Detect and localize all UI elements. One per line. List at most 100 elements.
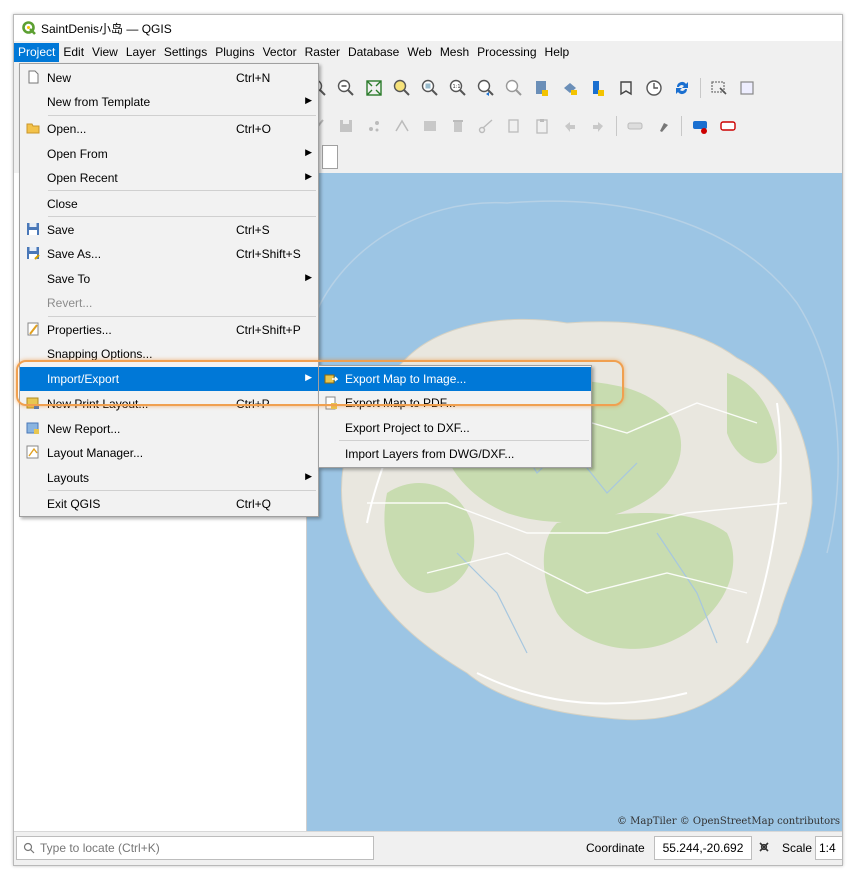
filter-input[interactable] [322, 145, 338, 169]
menu-web[interactable]: Web [403, 43, 435, 62]
toolbar-separator [700, 78, 701, 98]
menu-mesh[interactable]: Mesh [436, 43, 473, 62]
select-features-icon[interactable] [709, 78, 729, 98]
new-spatial-bookmark-icon[interactable] [532, 78, 552, 98]
menu-separator [48, 490, 316, 491]
menu-bar: Project Edit View Layer Settings Plugins… [14, 42, 842, 63]
menu-item-layouts[interactable]: Layouts ▶ [20, 466, 318, 490]
deselect-icon[interactable] [737, 78, 757, 98]
menu-item-label: Save As... [47, 247, 102, 261]
menu-project[interactable]: Project [14, 43, 60, 62]
menu-view[interactable]: View [88, 43, 122, 62]
menu-item-open-from[interactable]: Open From ▶ [20, 142, 318, 166]
menu-layer[interactable]: Layer [122, 43, 160, 62]
label-tool-icon[interactable] [625, 116, 645, 136]
layer-labeling-icon[interactable] [690, 116, 710, 136]
scale-field[interactable]: 1:4 [815, 836, 842, 860]
menu-item-close[interactable]: Close [20, 192, 318, 216]
menu-settings[interactable]: Settings [160, 43, 211, 62]
import-export-submenu: Export Map to Image... Export Map to PDF… [318, 365, 592, 468]
zoom-native-icon[interactable]: 1:1 [448, 78, 468, 98]
menu-processing[interactable]: Processing [473, 43, 540, 62]
submenu-item-export-dxf[interactable]: Export Project to DXF... [319, 416, 591, 440]
menu-item-save[interactable]: Save Ctrl+S [20, 218, 318, 242]
menu-edit[interactable]: Edit [59, 43, 88, 62]
menu-help[interactable]: Help [541, 43, 574, 62]
locator-bar[interactable]: Type to locate (Ctrl+K) [16, 836, 374, 860]
new-file-icon [28, 70, 39, 84]
zoom-next-icon[interactable] [504, 78, 524, 98]
submenu-arrow-icon: ▶ [305, 95, 312, 105]
island-map [311, 200, 839, 721]
menu-item-layout-manager[interactable]: Layout Manager... [20, 441, 318, 465]
locator-placeholder: Type to locate (Ctrl+K) [40, 841, 160, 855]
clock-icon[interactable] [644, 78, 664, 98]
menu-item-label: New Print Layout... [47, 397, 149, 411]
add-point-icon[interactable] [364, 116, 384, 136]
copy-features-icon[interactable] [504, 116, 524, 136]
delete-selected-icon[interactable] [448, 116, 468, 136]
submenu-item-export-pdf[interactable]: Export Map to PDF... [319, 391, 591, 415]
submenu-item-label: Export Map to PDF... [345, 396, 456, 410]
paste-features-icon[interactable] [532, 116, 552, 136]
cut-features-icon[interactable] [476, 116, 496, 136]
highlight-labels-icon[interactable] [718, 116, 738, 136]
pin-labels-icon[interactable] [653, 116, 673, 136]
submenu-item-export-image[interactable]: Export Map to Image... [319, 367, 591, 391]
menu-database[interactable]: Database [344, 43, 403, 62]
menu-item-save-as[interactable]: Save As... Ctrl+Shift+S [20, 242, 318, 266]
menu-item-label: Exit QGIS [47, 497, 101, 511]
scale-label: Scale [782, 841, 813, 855]
zoom-to-selection-icon[interactable] [392, 78, 412, 98]
menu-raster[interactable]: Raster [301, 43, 344, 62]
menu-plugins[interactable]: Plugins [211, 43, 258, 62]
zoom-full-icon[interactable] [364, 78, 384, 98]
save-edits-icon[interactable] [336, 116, 356, 136]
redo-icon[interactable] [588, 116, 608, 136]
zoom-last-icon[interactable] [476, 78, 496, 98]
new-report-icon [26, 422, 39, 434]
vertex-tool-icon[interactable] [392, 116, 412, 136]
submenu-item-import-dwg[interactable]: Import Layers from DWG/DXF... [319, 442, 591, 466]
submenu-item-label: Export Map to Image... [345, 372, 467, 386]
undo-icon[interactable] [560, 116, 580, 136]
menu-item-label: Open Recent [47, 171, 118, 185]
menu-item-label: Close [47, 197, 78, 211]
menu-item-exit[interactable]: Exit QGIS Ctrl+Q [20, 492, 318, 516]
menu-item-properties[interactable]: Properties... Ctrl+Shift+P [20, 318, 318, 342]
menu-item-new[interactable]: New Ctrl+N [20, 66, 318, 90]
menu-item-open[interactable]: Open... Ctrl+O [20, 117, 318, 141]
temporal-controller-icon[interactable] [588, 78, 608, 98]
map-tips-icon[interactable] [616, 78, 636, 98]
menu-item-import-export[interactable]: Import/Export ▶ [20, 367, 318, 391]
menu-item-label: New Report... [47, 422, 121, 436]
coordinate-field[interactable]: 55.244,-20.692 [654, 836, 752, 860]
menu-item-new-print-layout[interactable]: New Print Layout... Ctrl+P [20, 392, 318, 416]
menu-item-new-from-template[interactable]: New from Template ▶ [20, 90, 318, 114]
menu-item-label: New [47, 71, 72, 85]
modify-attributes-icon[interactable] [420, 116, 440, 136]
refresh-icon[interactable] [672, 78, 692, 98]
menu-item-label: Open... [47, 122, 87, 136]
coordinate-label: Coordinate [586, 841, 645, 855]
zoom-to-layer-icon[interactable] [420, 78, 440, 98]
menu-item-new-report[interactable]: New Report... [20, 417, 318, 441]
menu-item-open-recent[interactable]: Open Recent ▶ [20, 166, 318, 190]
menu-item-shortcut: Ctrl+Shift+P [236, 323, 301, 337]
qgis-logo-icon [22, 21, 36, 35]
export-image-icon [324, 374, 338, 384]
menu-item-shortcut: Ctrl+S [236, 223, 270, 237]
crs-icon[interactable] [757, 840, 771, 854]
menu-separator [48, 115, 316, 116]
map-canvas[interactable]: © MapTiler © OpenStreetMap contributors [307, 173, 842, 831]
menu-separator [48, 216, 316, 217]
menu-vector[interactable]: Vector [259, 43, 301, 62]
submenu-arrow-icon: ▶ [305, 471, 312, 481]
menu-item-label: Open From [47, 147, 108, 161]
menu-item-shortcut: Ctrl+P [236, 397, 270, 411]
menu-item-save-to[interactable]: Save To ▶ [20, 267, 318, 291]
show-bookmarks-icon[interactable] [560, 78, 580, 98]
menu-item-label: Import/Export [47, 372, 120, 386]
menu-item-snapping-options[interactable]: Snapping Options... [20, 342, 318, 366]
zoom-out-icon[interactable] [336, 78, 356, 98]
